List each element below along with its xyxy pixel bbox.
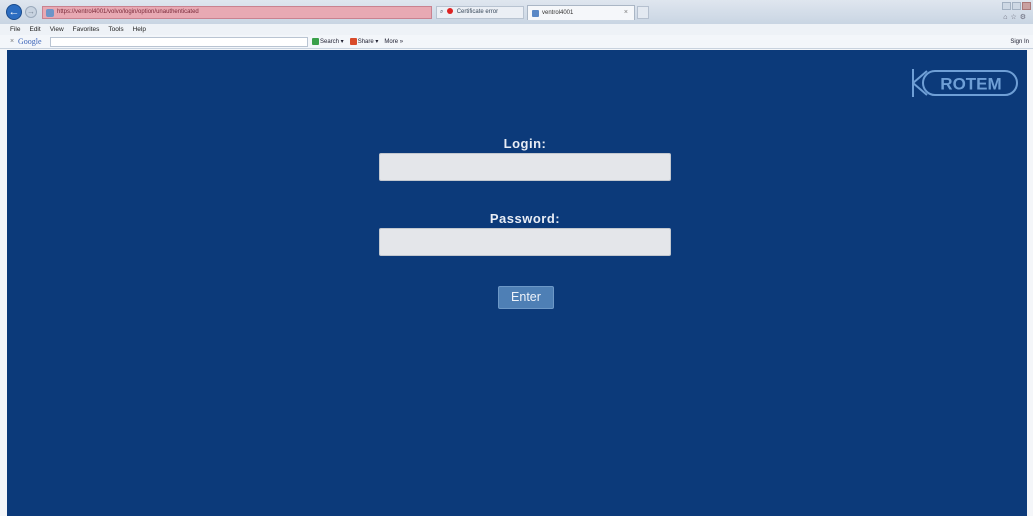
login-input[interactable] <box>379 153 671 181</box>
menu-tools[interactable]: Tools <box>108 24 123 35</box>
google-logo: Google <box>18 37 42 46</box>
browser-tab[interactable]: ventrol4001 × <box>527 5 635 20</box>
browser-window: ← → https://ventrol4001/volvo/login/opti… <box>0 0 1033 516</box>
new-tab-button[interactable] <box>637 6 649 19</box>
certificate-error-label[interactable]: Certificate error <box>457 9 498 15</box>
password-input[interactable] <box>379 228 671 256</box>
rotem-logo-text: ROTEM <box>940 75 1001 94</box>
toolbar-items: Search ▾ Share ▾ More » <box>312 35 403 49</box>
menu-favorites[interactable]: Favorites <box>73 24 100 35</box>
enter-button[interactable]: Enter <box>498 286 554 309</box>
toolbar-share-button[interactable]: Share ▾ <box>349 35 378 49</box>
search-icon <box>312 37 319 45</box>
share-icon <box>349 37 357 45</box>
site-icon <box>46 9 54 17</box>
minimize-button[interactable] <box>1002 2 1011 10</box>
browser-titlebar: ← → https://ventrol4001/volvo/login/opti… <box>0 0 1033 24</box>
address-actions[interactable]: ⌕ Certificate error <box>436 6 524 19</box>
toolbar-more-button[interactable]: More » <box>384 35 403 49</box>
menu-file[interactable]: File <box>10 24 20 35</box>
certificate-error-icon <box>447 8 454 15</box>
toolbar-search-button[interactable]: Search ▾ <box>312 35 344 49</box>
google-search-input[interactable] <box>50 37 308 47</box>
menu-edit[interactable]: Edit <box>29 24 40 35</box>
rotem-logo: ROTEM <box>912 69 1018 97</box>
address-url: https://ventrol4001/volvo/login/option/u… <box>57 9 199 15</box>
tab-icon <box>532 10 539 17</box>
sign-in-link[interactable]: Sign In <box>1010 35 1029 49</box>
login-page: ROTEM Login: Password: Enter <box>7 50 1027 516</box>
password-label: Password: <box>489 211 561 226</box>
address-bar[interactable]: https://ventrol4001/volvo/login/option/u… <box>42 6 432 19</box>
forward-icon[interactable]: → <box>25 6 37 18</box>
maximize-button[interactable] <box>1012 2 1021 10</box>
close-window-button[interactable] <box>1022 2 1031 10</box>
toolbar-more-label: More » <box>384 39 404 45</box>
login-label: Login: <box>503 136 547 151</box>
back-icon[interactable]: ← <box>6 4 22 20</box>
menu-help[interactable]: Help <box>133 24 146 35</box>
google-toolbar: × Google Search ▾ Share ▾ More » Sign In <box>0 35 1033 49</box>
close-toolbar-icon[interactable]: × <box>10 35 14 49</box>
tab-title: ventrol4001 <box>542 10 574 16</box>
toolbar-search-label: Search <box>320 39 340 45</box>
window-controls <box>1002 2 1031 11</box>
menu-bar: File Edit View Favorites Tools Help <box>0 24 1033 35</box>
menu-view[interactable]: View <box>50 24 64 35</box>
browser-tool-icons[interactable]: ⌂☆⚙ <box>1003 13 1029 21</box>
toolbar-share-label: Share <box>357 39 374 45</box>
search-icon[interactable]: ⌕ <box>440 9 443 15</box>
close-tab-icon[interactable]: × <box>624 6 628 20</box>
